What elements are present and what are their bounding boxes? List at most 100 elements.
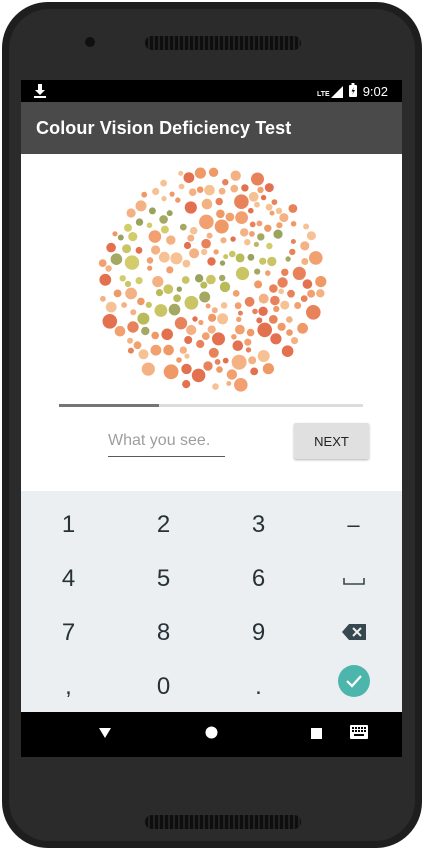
plate-dot — [246, 328, 255, 337]
keyboard-switch-button[interactable] — [347, 712, 371, 757]
plate-dot — [207, 257, 216, 266]
plate-dot — [216, 366, 223, 373]
plate-dot — [133, 341, 142, 350]
status-time: 9:02 — [362, 84, 388, 99]
plate-dot — [154, 304, 168, 317]
plate-dot — [166, 210, 173, 217]
plate-dot — [151, 245, 161, 255]
plate-dot — [279, 213, 289, 223]
plate-dot — [257, 350, 270, 362]
recents-button[interactable] — [304, 712, 328, 757]
plate-dot — [220, 302, 228, 309]
checkmark-icon — [345, 667, 363, 695]
plate-dot — [138, 349, 149, 360]
plate-dot — [248, 191, 259, 202]
plate-dot — [270, 333, 282, 345]
plate-dot — [201, 332, 210, 340]
answer-input[interactable] — [108, 426, 225, 457]
done-circle — [337, 665, 370, 697]
plate-dot — [216, 209, 225, 219]
key-done[interactable] — [306, 654, 401, 708]
key-space[interactable] — [306, 552, 401, 606]
key-period[interactable]: . — [211, 660, 306, 714]
plate-dot — [219, 274, 226, 282]
plate-dot — [161, 196, 167, 202]
plate-dot — [273, 305, 280, 313]
plate-dot — [244, 296, 255, 307]
network-label: LTE — [316, 90, 330, 98]
key-1[interactable]: 1 — [21, 498, 116, 552]
plate-dot — [208, 347, 219, 358]
plate-dot — [278, 288, 284, 295]
plate-dot — [130, 309, 137, 316]
plate-dot — [208, 167, 219, 177]
front-camera — [85, 37, 95, 47]
plate-dot — [168, 303, 181, 316]
navigation-bar — [21, 712, 402, 757]
plate-dot — [259, 257, 267, 265]
key-4[interactable]: 4 — [21, 552, 116, 606]
next-button[interactable]: NEXT — [294, 423, 369, 459]
key-7[interactable]: 7 — [21, 606, 116, 660]
plate-dot — [307, 289, 316, 298]
key-backspace[interactable] — [306, 606, 401, 660]
key-5[interactable]: 5 — [116, 552, 211, 606]
plate-dot — [106, 242, 116, 253]
plate-dot — [306, 305, 321, 320]
plate-dot — [141, 326, 150, 336]
plate-dot — [277, 277, 288, 288]
plate-dot — [194, 167, 206, 179]
plate-dot — [124, 280, 132, 288]
key-0[interactable]: 0 — [116, 660, 211, 714]
plate-dot — [234, 194, 249, 209]
plate-dot — [152, 187, 160, 196]
plate-dot — [135, 218, 144, 226]
plate-dot — [201, 198, 213, 210]
plate-dot — [127, 337, 133, 344]
plate-dot — [213, 249, 219, 255]
test-content: NEXT — [21, 154, 402, 491]
plate-dot — [174, 317, 188, 330]
plate-dot — [114, 325, 126, 337]
plate-dot — [163, 344, 174, 356]
back-triangle-icon — [99, 726, 111, 744]
plate-dot — [244, 239, 251, 246]
plate-dot — [183, 241, 192, 250]
back-button[interactable] — [93, 712, 117, 757]
plate-dot — [232, 290, 240, 297]
plate-dot — [183, 172, 195, 183]
plate-dot — [161, 328, 173, 341]
plate-dot — [258, 306, 268, 316]
space-icon — [342, 565, 365, 593]
plate-dot — [225, 212, 235, 222]
plate-dot — [303, 223, 310, 230]
home-button[interactable] — [199, 712, 223, 757]
key-3[interactable]: 3 — [211, 498, 306, 552]
plate-dot — [231, 354, 247, 370]
plate-dot — [215, 197, 223, 206]
plate-dot — [232, 340, 244, 351]
plate-dot — [158, 251, 170, 263]
key-comma[interactable]: , — [21, 660, 116, 714]
plate-dot — [248, 207, 254, 214]
plate-dot — [152, 276, 164, 288]
plate-dot — [105, 265, 112, 272]
plate-dot — [196, 186, 204, 193]
plate-dot — [178, 170, 184, 176]
plate-dot — [265, 270, 271, 276]
plate-dot — [102, 314, 118, 329]
key-2[interactable]: 2 — [116, 498, 211, 552]
plate-dot — [257, 322, 272, 338]
numeric-keyboard: 1 2 3 – 4 5 6 7 8 9 , 0 . — [21, 491, 402, 712]
key-dash[interactable]: – — [306, 498, 401, 552]
key-6[interactable]: 6 — [211, 552, 306, 606]
key-8[interactable]: 8 — [116, 606, 211, 660]
plate-dot — [257, 233, 265, 241]
plate-dot — [249, 231, 255, 237]
plate-dot — [241, 184, 249, 192]
key-9[interactable]: 9 — [211, 606, 306, 660]
plate-dot — [275, 207, 283, 214]
plate-dot — [256, 220, 263, 227]
plate-dot — [286, 329, 293, 336]
plate-dot — [206, 274, 216, 285]
